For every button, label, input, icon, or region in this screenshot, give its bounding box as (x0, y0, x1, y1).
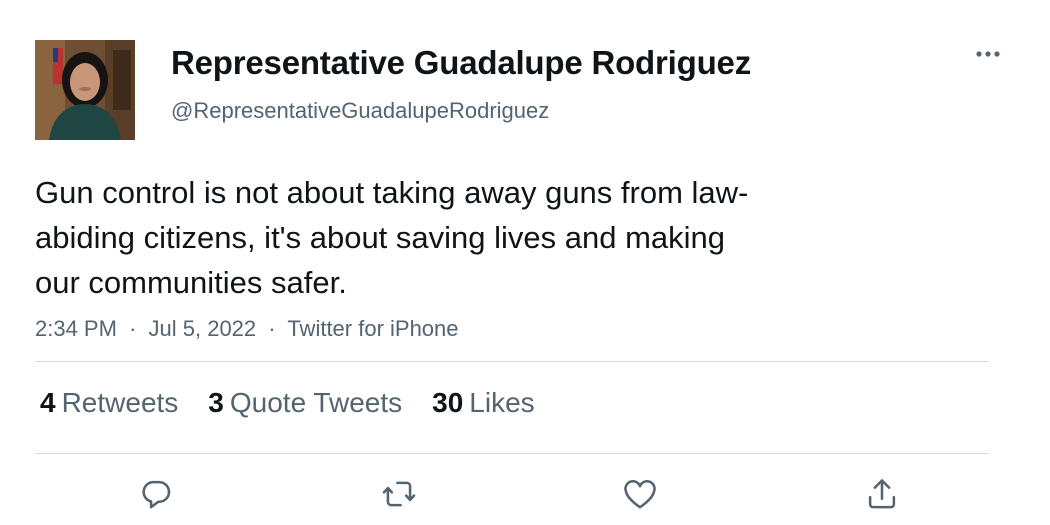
tweet-source[interactable]: Twitter for iPhone (287, 316, 458, 341)
meta-separator: · (268, 316, 276, 341)
more-options-button[interactable] (970, 42, 1006, 66)
heart-icon (624, 480, 656, 509)
more-horizontal-icon (976, 51, 1000, 57)
display-name[interactable]: Representative Guadalupe Rodriguez (171, 44, 751, 82)
tweet-date[interactable]: Jul 5, 2022 (149, 316, 257, 341)
quote-tweets-label: Quote Tweets (229, 387, 403, 418)
retweet-button[interactable] (377, 472, 421, 516)
retweets-label: Retweets (61, 387, 179, 418)
tweet-meta: 2:34 PM · Jul 5, 2022 · Twitter for iPho… (35, 316, 459, 342)
quote-tweets-stat[interactable]: 3 Quote Tweets (208, 387, 402, 419)
retweets-stat[interactable]: 4 Retweets (40, 387, 178, 419)
divider (35, 361, 989, 362)
like-button[interactable] (618, 472, 662, 516)
tweet-time[interactable]: 2:34 PM (35, 316, 117, 341)
user-handle[interactable]: @RepresentativeGuadalupeRodriguez (171, 98, 549, 124)
retweets-count: 4 (40, 387, 56, 418)
avatar-image (35, 40, 135, 140)
divider (35, 453, 989, 454)
meta-separator: · (129, 316, 137, 341)
tweet-text-line: Gun control is not about taking away gun… (35, 175, 749, 210)
tweet-text-line: our communities safer. (35, 265, 347, 300)
tweet-actions (0, 472, 1050, 517)
reply-button[interactable] (134, 472, 178, 516)
likes-label: Likes (469, 387, 535, 418)
share-button[interactable] (860, 472, 904, 516)
share-icon (868, 479, 896, 509)
reply-icon (142, 480, 171, 509)
avatar[interactable] (35, 40, 135, 140)
tweet-text-line: abiding citizens, it's about saving live… (35, 220, 726, 255)
tweet-stats: 4 Retweets 3 Quote Tweets 30 Likes (40, 387, 535, 419)
likes-count: 30 (432, 387, 464, 418)
tweet-text: Gun control is not about taking away gun… (35, 170, 895, 305)
quote-tweets-count: 3 (208, 387, 224, 418)
retweet-icon (382, 481, 416, 507)
likes-stat[interactable]: 30 Likes (432, 387, 535, 419)
tweet-card: Representative Guadalupe Rodriguez @Repr… (0, 0, 1050, 525)
